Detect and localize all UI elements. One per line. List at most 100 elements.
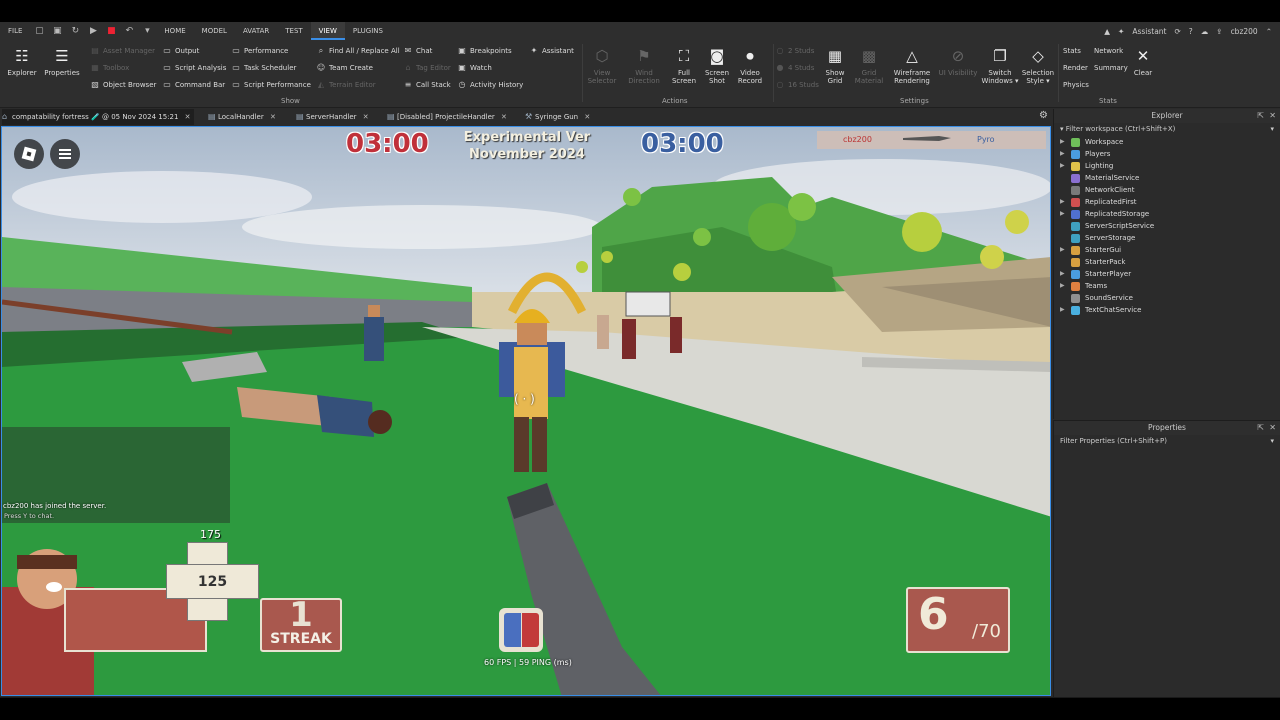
network-button[interactable]: Network	[1094, 44, 1123, 58]
team-create-button[interactable]: ☺ Team Create	[315, 61, 373, 75]
username-label[interactable]: cbz200	[1227, 27, 1262, 36]
expand-arrow-icon[interactable]: ▶	[1060, 136, 1065, 148]
asset-manager-button[interactable]: ▤ Asset Manager	[89, 44, 155, 58]
studs-16-option[interactable]: ○ 16 Studs	[774, 78, 819, 92]
chevron-down-icon[interactable]: ▾	[1270, 123, 1274, 136]
command-bar-button[interactable]: ▭ Command Bar	[161, 78, 225, 92]
call-stack-button[interactable]: ≡ Call Stack	[402, 78, 451, 92]
object-browser-button[interactable]: ▧ Object Browser	[89, 78, 156, 92]
stats-button[interactable]: Stats	[1063, 44, 1081, 58]
explorer-item-starterplayer[interactable]: ▶ StarterPlayer	[1054, 268, 1280, 280]
expand-arrow-icon[interactable]: ▶	[1060, 148, 1065, 160]
physics-button[interactable]: Physics	[1063, 78, 1089, 92]
refresh-icon[interactable]: ⟳	[1170, 27, 1184, 36]
undo-icon[interactable]: ↶	[120, 22, 138, 40]
ui-visibility-button[interactable]: ⊘ UI Visibility	[936, 44, 980, 77]
properties-filter-input[interactable]: Filter Properties (Ctrl+Shift+P) ▾	[1054, 435, 1280, 448]
chat-button[interactable]: ✉ Chat	[402, 44, 433, 58]
explorer-item-players[interactable]: ▶ Players	[1054, 148, 1280, 160]
dropdown-icon[interactable]: ▾	[138, 22, 156, 40]
switch-windows-button[interactable]: ❐ Switch Windows ▾	[980, 44, 1020, 85]
tab-localhandler[interactable]: ▤ LocalHandler ✕	[208, 109, 276, 125]
game-viewport[interactable]: 03:00 Experimental Ver November 2024 03:…	[1, 126, 1051, 696]
close-icon[interactable]: ✕	[584, 113, 590, 121]
menu-avatar[interactable]: AVATAR	[235, 22, 277, 40]
output-button[interactable]: ▭ Output	[161, 44, 199, 58]
chevron-up-icon[interactable]: ⌃	[1262, 27, 1276, 36]
expand-arrow-icon[interactable]: ▶	[1060, 268, 1065, 280]
explorer-item-networkclient[interactable]: NetworkClient	[1054, 184, 1280, 196]
selection-style-button[interactable]: ◇ Selection Style ▾	[1018, 44, 1058, 85]
chevron-down-icon[interactable]: ▾	[1270, 435, 1274, 448]
close-icon[interactable]: ✕	[185, 113, 191, 121]
menu-test[interactable]: TEST	[277, 22, 310, 40]
explorer-item-serverstorage[interactable]: ServerStorage	[1054, 232, 1280, 244]
explorer-item-materialservice[interactable]: MaterialService	[1054, 172, 1280, 184]
close-icon[interactable]: ✕	[363, 113, 369, 121]
explorer-item-teams[interactable]: ▶ Teams	[1054, 280, 1280, 292]
new-file-icon[interactable]: ▢	[30, 22, 48, 40]
studs-4-option[interactable]: ● 4 Studs	[774, 61, 815, 75]
menu-model[interactable]: MODEL	[194, 22, 235, 40]
play-icon[interactable]: ▶	[84, 22, 102, 40]
explorer-item-replicatedfirst[interactable]: ▶ ReplicatedFirst	[1054, 196, 1280, 208]
tab-projectilehandler[interactable]: ▤ [Disabled] ProjectileHandler ✕	[387, 109, 507, 125]
explorer-item-lighting[interactable]: ▶ Lighting	[1054, 160, 1280, 172]
toolbox-button[interactable]: ▦ Toolbox	[89, 61, 129, 75]
close-icon[interactable]: ✕	[270, 113, 276, 121]
explorer-item-startergui[interactable]: ▶ StarterGui	[1054, 244, 1280, 256]
close-icon[interactable]: ✕	[1269, 421, 1276, 435]
video-record-button[interactable]: ⏺ Video Record	[730, 44, 770, 85]
expand-arrow-icon[interactable]: ▶	[1060, 244, 1065, 256]
explorer-filter-input[interactable]: ▾ Filter workspace (Ctrl+Shift+X) ▾	[1054, 123, 1280, 136]
menu-file[interactable]: FILE	[0, 22, 30, 40]
sparkle-icon[interactable]: ✦	[1114, 27, 1128, 36]
view-selector-button[interactable]: ⬡ View Selector	[582, 44, 622, 85]
expand-arrow-icon[interactable]: ▶	[1060, 280, 1065, 292]
close-icon[interactable]: ✕	[501, 113, 507, 121]
explorer-item-textchatservice[interactable]: ▶ TextChatService	[1054, 304, 1280, 316]
stop-icon[interactable]: ■	[102, 22, 120, 40]
assistant-link[interactable]: Assistant	[1128, 27, 1170, 36]
tag-editor-button[interactable]: ⌂ Tag Editor	[402, 61, 450, 75]
script-performance-button[interactable]: ▭ Script Performance	[230, 78, 311, 92]
render-button[interactable]: Render	[1063, 61, 1088, 75]
tab-serverhandler[interactable]: ▤ ServerHandler ✕	[296, 109, 369, 125]
properties-button[interactable]: ☰ Properties	[42, 44, 82, 77]
expand-arrow-icon[interactable]: ▶	[1060, 196, 1065, 208]
task-scheduler-button[interactable]: ▭ Task Scheduler	[230, 61, 296, 75]
expand-arrow-icon[interactable]: ▶	[1060, 208, 1065, 220]
arrow-up-icon[interactable]: ▲	[1100, 27, 1114, 36]
tab-syringe-gun[interactable]: ⚒ Syringe Gun ✕	[525, 109, 590, 125]
undock-icon[interactable]: ⇱	[1257, 421, 1264, 435]
grid-material-button[interactable]: ▩ Grid Material	[849, 44, 889, 85]
breakpoints-button[interactable]: ▣ Breakpoints	[456, 44, 511, 58]
close-icon[interactable]: ✕	[1269, 109, 1276, 123]
explorer-button[interactable]: ☷ Explorer	[2, 44, 42, 77]
roblox-logo-button[interactable]	[14, 139, 44, 169]
find-replace-button[interactable]: ⌕ Find All / Replace All	[315, 44, 400, 58]
collapse-icon[interactable]: ▾	[1060, 125, 1064, 133]
menu-view[interactable]: VIEW	[310, 22, 345, 40]
activity-history-button[interactable]: ◷ Activity History	[456, 78, 524, 92]
share-icon[interactable]: ⇪	[1212, 27, 1226, 36]
menu-home[interactable]: HOME	[156, 22, 193, 40]
expand-arrow-icon[interactable]: ▶	[1060, 160, 1065, 172]
performance-button[interactable]: ▭ Performance	[230, 44, 288, 58]
studs-2-option[interactable]: ○ 2 Studs	[774, 44, 815, 58]
explorer-item-workspace[interactable]: ▶ Workspace	[1054, 136, 1280, 148]
clear-button[interactable]: ✕ Clear	[1123, 44, 1163, 77]
cloud-icon[interactable]: ☁	[1197, 27, 1213, 36]
open-file-icon[interactable]: ▣	[48, 22, 66, 40]
expand-arrow-icon[interactable]: ▶	[1060, 304, 1065, 316]
assistant-button[interactable]: ✦ Assistant	[528, 44, 574, 58]
explorer-item-serverscriptservice[interactable]: ServerScriptService	[1054, 220, 1280, 232]
hamburger-menu-button[interactable]	[50, 139, 80, 169]
help-icon[interactable]: ?	[1185, 27, 1197, 36]
explorer-item-starterpack[interactable]: StarterPack	[1054, 256, 1280, 268]
terrain-editor-button[interactable]: ◭ Terrain Editor	[315, 78, 376, 92]
watch-button[interactable]: ▣ Watch	[456, 61, 492, 75]
gear-icon[interactable]: ⚙	[1039, 110, 1048, 121]
script-analysis-button[interactable]: ▭ Script Analysis	[161, 61, 226, 75]
wireframe-rendering-button[interactable]: △ Wireframe Rendering	[892, 44, 932, 85]
